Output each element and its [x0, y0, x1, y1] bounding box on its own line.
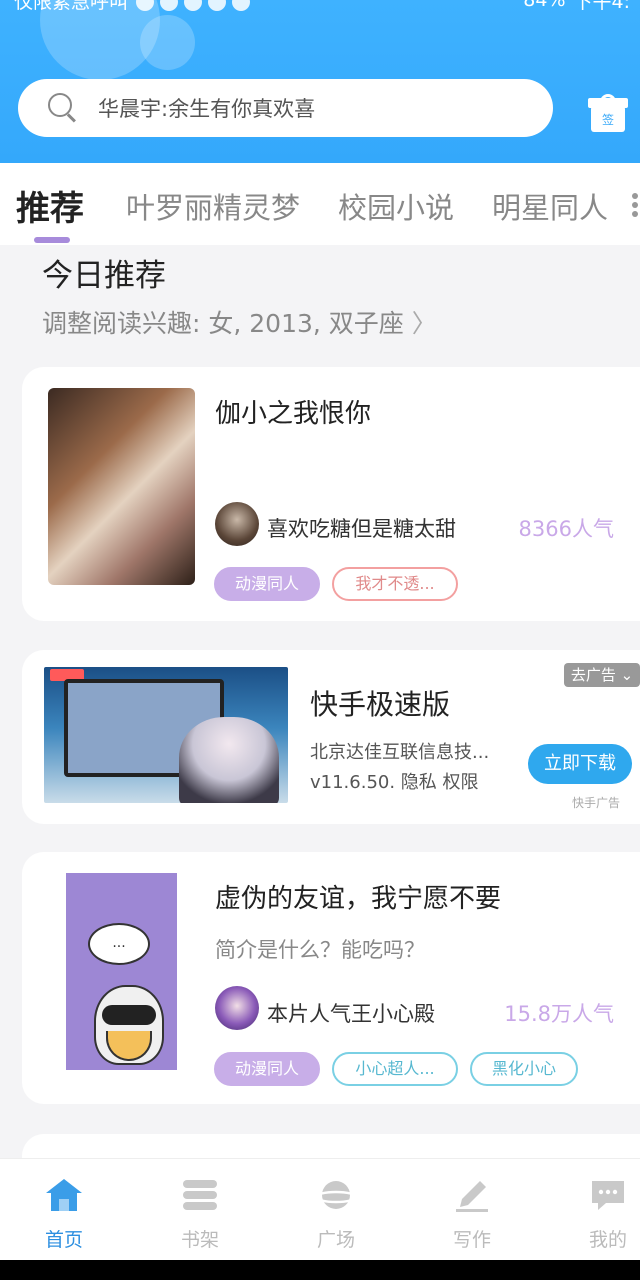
- author-avatar: [215, 986, 259, 1030]
- search-bar[interactable]: 华晨宇:余生有你真欢喜: [18, 79, 553, 137]
- ad-source: 快手广告: [572, 796, 621, 810]
- battery-level: 84%: [523, 0, 566, 11]
- checkin-badge: 签: [591, 106, 625, 132]
- nav-label: 广场: [316, 1229, 355, 1251]
- remove-ad-label: 去广告: [570, 666, 616, 684]
- nav-mine[interactable]: 我的: [568, 1177, 640, 1252]
- author-name: 喜欢吃糖但是糖太甜: [267, 517, 456, 541]
- nav-bookshelf[interactable]: 书架: [160, 1177, 240, 1252]
- nav-home[interactable]: 首页: [24, 1177, 104, 1252]
- nav-write[interactable]: 写作: [432, 1177, 512, 1252]
- decor-bubble: [140, 15, 195, 70]
- reading-interest-link[interactable]: 调整阅读兴趣: 女, 2013, 双子座 〉: [42, 304, 437, 340]
- status-bar: 仅限紧急呼叫 84% 下午4:: [14, 0, 631, 13]
- more-tabs-icon[interactable]: [632, 193, 640, 217]
- nav-label: 首页: [44, 1229, 83, 1251]
- search-icon: [48, 93, 78, 123]
- book-tag[interactable]: 小心超人...: [332, 1052, 458, 1086]
- remove-ad-button[interactable]: 去广告 ⌄: [564, 663, 640, 687]
- book-tag[interactable]: 黑化小心: [470, 1052, 578, 1086]
- book-tag[interactable]: 我才不透...: [332, 567, 458, 601]
- tab-yeloli[interactable]: 叶罗丽精灵梦: [126, 185, 300, 227]
- author-avatar: [215, 502, 259, 546]
- reading-interest-text: 调整阅读兴趣: 女, 2013, 双子座: [42, 309, 404, 338]
- ad-company: 北京达佳互联信息技...: [310, 742, 490, 763]
- nav-label: 我的: [588, 1229, 627, 1251]
- book-title: 伽小之我恨你: [215, 399, 372, 429]
- download-button[interactable]: 立即下载: [528, 744, 632, 784]
- popularity: 8366人气: [518, 517, 614, 541]
- bookshelf-icon: [183, 1180, 217, 1210]
- tab-campus[interactable]: 校园小说: [338, 185, 454, 227]
- chevron-down-icon: ⌄: [620, 666, 634, 684]
- book-card[interactable]: 伽小之我恨你 喜欢吃糖但是糖太甜 8366人气 动漫同人 我才不透...: [22, 367, 640, 621]
- planet-icon: [314, 1181, 358, 1209]
- section-title: 今日推荐: [42, 258, 166, 294]
- chat-icon: [592, 1181, 624, 1210]
- book-card[interactable]: ... 虚伪的友谊，我宁愿不要 简介是什么？能吃吗？ 本片人气王小心殿 15.8…: [22, 852, 640, 1104]
- category-tabs: 推荐 叶罗丽精灵梦 校园小说 明星同人: [0, 163, 640, 245]
- book-cover: ...: [66, 873, 177, 1070]
- ad-title: 快手极速版: [310, 688, 451, 721]
- status-text: 仅限紧急呼叫: [14, 0, 129, 13]
- active-tab-indicator: [34, 237, 70, 243]
- clock: 下午4:: [573, 0, 631, 13]
- author-name: 本片人气王小心殿: [267, 1002, 435, 1026]
- ad-card[interactable]: 快手极速版 北京达佳互联信息技... v11.6.50. 隐私 权限 去广告 ⌄…: [22, 650, 640, 824]
- nav-square[interactable]: 广场: [296, 1177, 376, 1252]
- book-tag[interactable]: 动漫同人: [214, 567, 320, 601]
- book-tag[interactable]: 动漫同人: [214, 1052, 320, 1086]
- tab-celebrity[interactable]: 明星同人: [492, 185, 608, 227]
- system-nav-bar: [0, 1260, 640, 1280]
- book-title: 虚伪的友谊，我宁愿不要: [215, 884, 502, 914]
- popularity: 15.8万人气: [504, 1002, 614, 1026]
- book-cover: [48, 388, 195, 585]
- ad-image: [44, 667, 288, 803]
- home-icon: [46, 1179, 82, 1211]
- tab-recommend[interactable]: 推荐: [16, 181, 84, 230]
- bottom-nav: 首页 书架 广场 写作 我的: [0, 1158, 640, 1260]
- book-description: 简介是什么？能吃吗？: [215, 938, 425, 962]
- cover-speech-bubble: ...: [88, 923, 150, 965]
- nav-label: 书架: [180, 1229, 219, 1251]
- search-placeholder: 华晨宇:余生有你真欢喜: [98, 97, 316, 121]
- pen-icon: [456, 1181, 488, 1212]
- status-icons: [136, 0, 251, 11]
- nav-label: 写作: [452, 1229, 491, 1251]
- chevron-right-icon: 〉: [411, 309, 437, 338]
- checkin-gift-icon[interactable]: 签: [588, 94, 628, 132]
- ad-version[interactable]: v11.6.50. 隐私 权限: [310, 768, 479, 794]
- app-header: 仅限紧急呼叫 84% 下午4: 华晨宇:余生有你真欢喜 签: [0, 0, 640, 163]
